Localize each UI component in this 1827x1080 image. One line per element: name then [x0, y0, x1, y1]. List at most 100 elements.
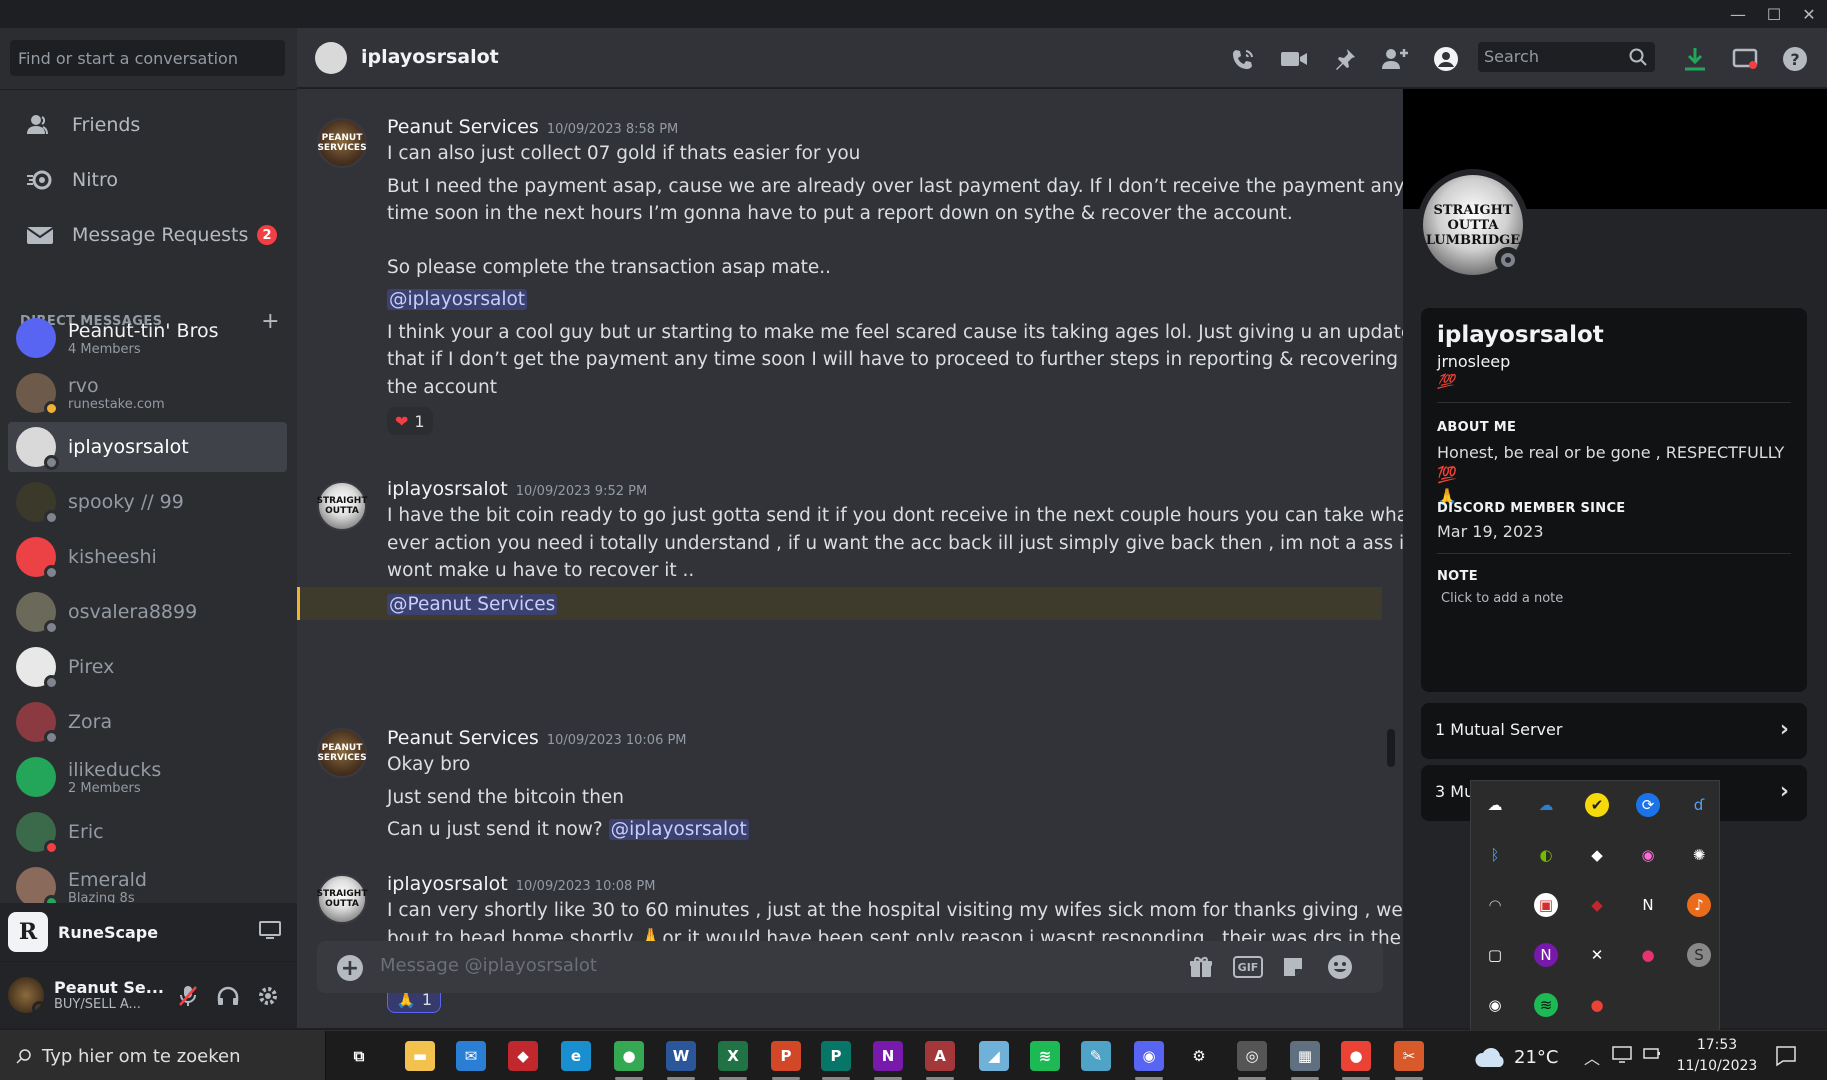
- user-mention[interactable]: @iplayosrsalot: [387, 289, 528, 310]
- razer-app-icon[interactable]: ◆: [508, 1041, 538, 1071]
- message-author[interactable]: iplayosrsalot 10/09/2023 9:52 PM: [387, 478, 647, 500]
- dm-item[interactable]: ilikeducks 2 Members: [8, 752, 287, 802]
- sticker-icon[interactable]: [1279, 954, 1307, 980]
- sync-icon[interactable]: ⟳: [1636, 793, 1660, 817]
- wifi-display-icon[interactable]: ◠: [1483, 893, 1507, 917]
- nav-friends[interactable]: Friends: [8, 101, 287, 149]
- reaction-heart[interactable]: ❤ 1: [387, 407, 433, 435]
- gift-icon[interactable]: [1187, 954, 1215, 980]
- user-info[interactable]: Peanut Se... BUY/SELL A...: [54, 978, 164, 1012]
- nvidia-icon[interactable]: ◐: [1534, 843, 1558, 867]
- network-icon[interactable]: [1612, 1045, 1632, 1067]
- user-mention[interactable]: @Peanut Services: [387, 594, 558, 615]
- orange-app-icon[interactable]: ♪: [1687, 893, 1711, 917]
- chrome-alt-icon[interactable]: ●: [1341, 1041, 1371, 1071]
- razer-icon[interactable]: ◆: [1585, 893, 1609, 917]
- add-friend-icon[interactable]: [1381, 46, 1409, 72]
- user-mention[interactable]: @iplayosrsalot: [608, 819, 749, 840]
- message-author[interactable]: Peanut Services 10/09/2023 10:06 PM: [387, 727, 687, 749]
- snip-icon[interactable]: ✂: [1394, 1041, 1424, 1071]
- mute-mic-icon[interactable]: [176, 984, 200, 1008]
- voice-call-icon[interactable]: [1229, 46, 1257, 72]
- task-view-icon[interactable]: ⧉: [344, 1041, 374, 1071]
- chrome-icon[interactable]: ●: [614, 1041, 644, 1071]
- emoji-icon[interactable]: [1326, 954, 1354, 980]
- profile-toggle-icon[interactable]: [1432, 46, 1460, 72]
- s-app-icon[interactable]: S: [1687, 943, 1711, 967]
- dm-item[interactable]: Peanut-tin' Bros 4 Members: [8, 313, 287, 363]
- note-input[interactable]: Click to add a note: [1441, 591, 1563, 606]
- find-conversation-input[interactable]: Find or start a conversation: [10, 40, 285, 76]
- bluetooth-icon[interactable]: ᛒ: [1483, 843, 1507, 867]
- color-wheel-icon[interactable]: ◉: [1636, 843, 1660, 867]
- screen-icon[interactable]: [1731, 46, 1759, 72]
- attach-plus-icon[interactable]: +: [337, 955, 363, 981]
- avatar[interactable]: STRAIGHT OUTTA: [317, 874, 367, 924]
- chevron-up-icon[interactable]: ︿: [1584, 1045, 1600, 1069]
- dm-item[interactable]: Emerald Blazing 8s: [8, 862, 287, 904]
- mute-icon[interactable]: ✕: [1585, 943, 1609, 967]
- paint-icon[interactable]: ✎: [1081, 1041, 1111, 1071]
- gif-button[interactable]: GIF: [1233, 956, 1263, 978]
- defender-icon[interactable]: ◆: [1585, 843, 1609, 867]
- battery-icon[interactable]: [1642, 1045, 1662, 1065]
- edge-icon[interactable]: e: [561, 1041, 591, 1071]
- help-icon[interactable]: ?: [1781, 46, 1809, 72]
- discord-icon[interactable]: ◉: [1134, 1041, 1164, 1071]
- excel-icon[interactable]: X: [718, 1041, 748, 1071]
- avatar[interactable]: PEANUT SERVICES: [317, 728, 367, 778]
- video-call-icon[interactable]: [1280, 46, 1308, 72]
- dm-item[interactable]: rvo runestake.com: [8, 368, 287, 418]
- dm-item[interactable]: Eric: [8, 807, 287, 857]
- channel-title[interactable]: iplayosrsalot: [361, 46, 499, 68]
- taskbar-search-input[interactable]: Typ hier om te zoeken: [0, 1031, 326, 1080]
- word-icon[interactable]: W: [666, 1041, 696, 1071]
- pin-icon[interactable]: [1331, 46, 1359, 72]
- onenote-icon[interactable]: N: [873, 1041, 903, 1071]
- spotify-icon[interactable]: ≋: [1030, 1041, 1060, 1071]
- author-name[interactable]: Peanut Services: [387, 116, 539, 138]
- calculator-icon[interactable]: ▦: [1290, 1041, 1320, 1071]
- onenote-icon[interactable]: N: [1534, 943, 1558, 967]
- dm-item[interactable]: kisheeshi: [8, 532, 287, 582]
- screen-share-icon[interactable]: [259, 920, 281, 944]
- pink-app-icon[interactable]: ●: [1636, 943, 1660, 967]
- taskbar-clock[interactable]: 17:53 11/10/2023: [1672, 1035, 1762, 1077]
- message-input[interactable]: Message @iplayosrsalot: [380, 955, 597, 976]
- message-author[interactable]: iplayosrsalot 10/09/2023 10:08 PM: [387, 873, 655, 895]
- author-name[interactable]: Peanut Services: [387, 727, 539, 749]
- nav-message-requests[interactable]: Message Requests 2: [8, 211, 287, 259]
- notification-center-icon[interactable]: [1775, 1045, 1797, 1071]
- pen-icon[interactable]: ɗ: [1687, 793, 1711, 817]
- mail-icon[interactable]: ✉: [456, 1041, 486, 1071]
- avatar[interactable]: STRAIGHT OUTTA: [317, 481, 367, 531]
- mutual-servers-button[interactable]: 1 Mutual Server ›: [1421, 703, 1807, 759]
- dm-item[interactable]: Zora: [8, 697, 287, 747]
- message-composer[interactable]: + Message @iplayosrsalot GIF: [317, 941, 1383, 993]
- dm-item[interactable]: spooky // 99: [8, 477, 287, 527]
- runelite-icon[interactable]: ◎: [1237, 1041, 1267, 1071]
- weather-widget[interactable]: 21°C: [1474, 1045, 1558, 1069]
- headphones-icon[interactable]: [216, 984, 240, 1008]
- powerpoint-icon[interactable]: P: [771, 1041, 801, 1071]
- n-app-icon[interactable]: N: [1636, 893, 1660, 917]
- access-icon[interactable]: A: [925, 1041, 955, 1071]
- dm-item[interactable]: iplayosrsalot: [8, 422, 287, 472]
- author-name[interactable]: iplayosrsalot: [387, 478, 508, 500]
- settings-icon[interactable]: ⚙: [1184, 1041, 1214, 1071]
- download-icon[interactable]: [1681, 46, 1709, 72]
- norton-icon[interactable]: ✔: [1585, 793, 1609, 817]
- search-input[interactable]: Search: [1478, 42, 1655, 72]
- close-button[interactable]: ✕: [1786, 0, 1827, 28]
- avatar[interactable]: [315, 42, 347, 74]
- message-author[interactable]: Peanut Services 10/09/2023 8:58 PM: [387, 116, 678, 138]
- avatar[interactable]: PEANUT SERVICES: [317, 118, 367, 168]
- file-explorer-icon[interactable]: ▬: [405, 1041, 435, 1071]
- gear-sun-icon[interactable]: ✺: [1687, 843, 1711, 867]
- dm-item[interactable]: Pirex: [8, 642, 287, 692]
- avatar[interactable]: [8, 977, 47, 1016]
- chrome-tray-icon[interactable]: ●: [1585, 993, 1609, 1017]
- webcam-icon[interactable]: ▢: [1483, 943, 1507, 967]
- discord-tray-icon[interactable]: ◉: [1483, 993, 1507, 1017]
- publisher-icon[interactable]: P: [821, 1041, 851, 1071]
